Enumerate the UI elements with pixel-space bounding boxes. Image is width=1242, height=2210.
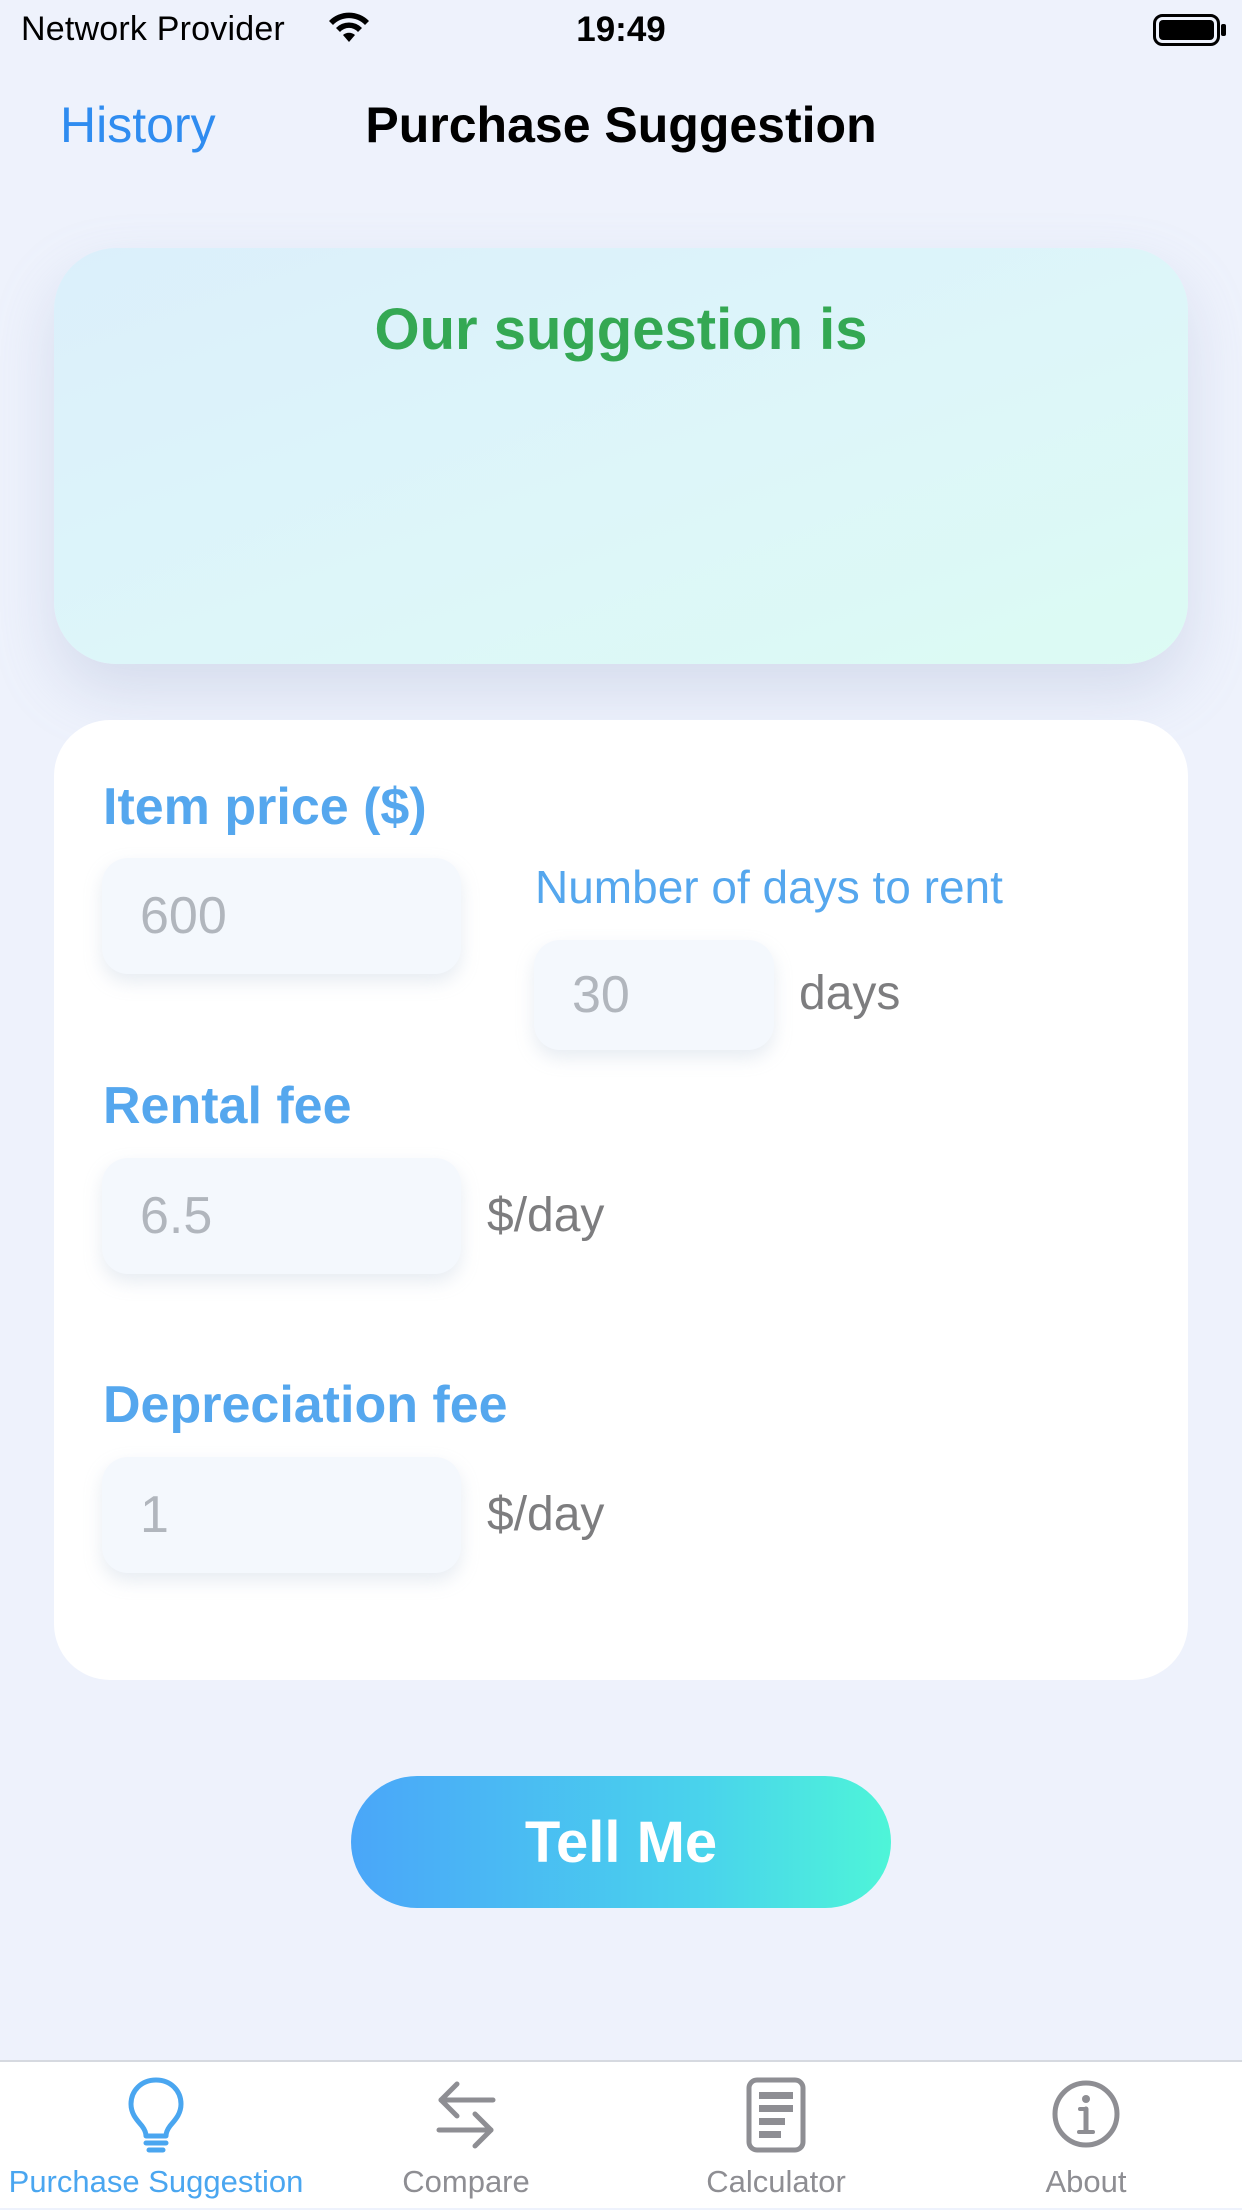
tab-calculator[interactable]: Calculator — [621, 2062, 931, 2210]
tab-label: About — [1045, 2164, 1127, 2199]
suggestion-card: Our suggestion is — [54, 248, 1188, 664]
item-price-input[interactable]: 600 — [102, 858, 461, 974]
page-title: Purchase Suggestion — [365, 97, 877, 153]
status-bar: Network Provider 19:49 — [0, 0, 1242, 62]
tell-me-button[interactable]: Tell Me — [351, 1776, 891, 1908]
rental-fee-unit: $/day — [487, 1189, 605, 1242]
tab-label: Purchase Suggestion — [8, 2164, 304, 2199]
rental-fee-label: Rental fee — [103, 1077, 352, 1135]
tab-bar: Purchase Suggestion Compare Calculator A… — [0, 2060, 1242, 2208]
tab-purchase-suggestion[interactable]: Purchase Suggestion — [1, 2062, 311, 2210]
navigation-bar: History Purchase Suggestion — [0, 80, 1242, 170]
lightbulb-icon — [128, 2077, 184, 2153]
input-form-card: Item price ($) 600 Number of days to ren… — [54, 720, 1188, 1680]
swap-arrows-icon — [436, 2081, 496, 2149]
suggestion-heading: Our suggestion is — [374, 297, 868, 362]
rent-days-unit: days — [799, 967, 901, 1020]
clock: 19:49 — [576, 10, 666, 49]
battery-icon — [1153, 14, 1226, 46]
tab-label: Compare — [402, 2164, 530, 2199]
item-price-label: Item price ($) — [103, 778, 427, 836]
info-icon — [1052, 2080, 1120, 2148]
tab-about[interactable]: About — [931, 2062, 1241, 2210]
depreciation-fee-unit: $/day — [487, 1488, 605, 1541]
rent-days-label: Number of days to rent — [535, 861, 1003, 913]
rental-fee-input[interactable]: 6.5 — [102, 1158, 461, 1274]
depreciation-fee-input[interactable]: 1 — [102, 1457, 461, 1573]
tab-compare[interactable]: Compare — [311, 2062, 621, 2210]
tab-label: Calculator — [706, 2164, 846, 2199]
rent-days-input[interactable]: 30 — [534, 940, 774, 1050]
depreciation-fee-label: Depreciation fee — [103, 1376, 508, 1434]
calculator-icon — [746, 2077, 806, 2153]
